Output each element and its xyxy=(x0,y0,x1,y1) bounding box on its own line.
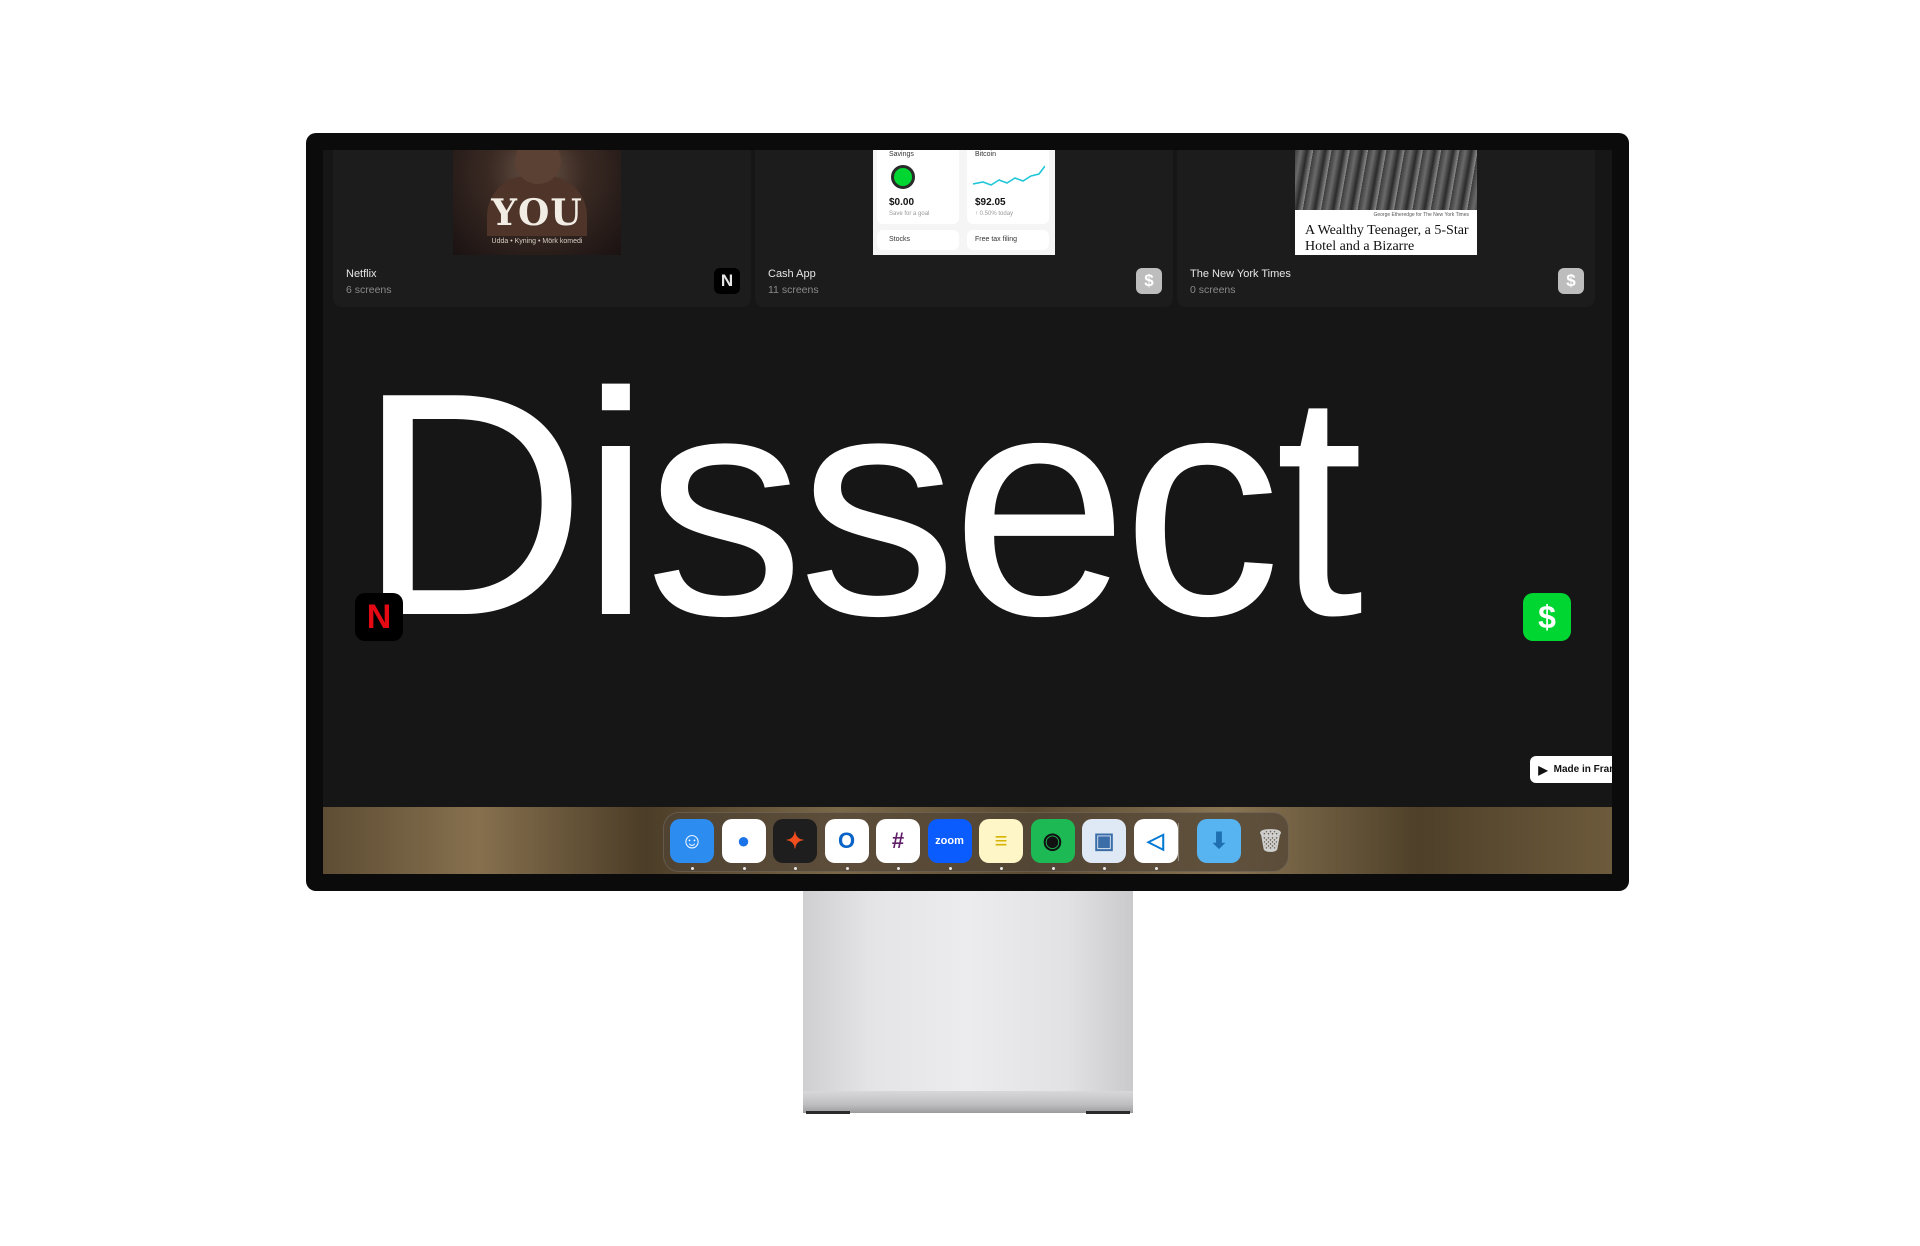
nyt-thumbnail: George Etheredge for The New York Times … xyxy=(1295,150,1477,255)
bitcoin-sub: ↑ 0.50% today xyxy=(975,211,1014,217)
preview-icon[interactable]: ▣ xyxy=(1082,819,1126,863)
card-subtitle: 11 screens xyxy=(768,284,819,296)
dollar-icon: $ xyxy=(1558,268,1584,294)
vscode-icon[interactable]: ◁ xyxy=(1133,819,1178,863)
dock-running-indicator xyxy=(742,867,746,870)
monitor-stand xyxy=(803,891,1133,1091)
framer-badge-label: Made in Framer xyxy=(1553,764,1612,775)
card-nyt[interactable]: George Etheredge for The New York Times … xyxy=(1177,150,1595,307)
bitcoin-sparkline xyxy=(973,165,1045,186)
thumbnail-title: YOU xyxy=(491,192,583,234)
nyt-headline: A Wealthy Teenager, a 5-Star Hotel and a… xyxy=(1305,223,1469,254)
downloads-folder-icon[interactable]: ⬇ xyxy=(1197,819,1241,863)
bitcoin-value: $92.05 xyxy=(975,197,1006,208)
finder-icon[interactable]: ☺ xyxy=(670,819,714,863)
tax-row: Free tax filing xyxy=(967,230,1049,250)
card-subtitle: 0 screens xyxy=(1190,284,1236,296)
made-in-framer-badge[interactable]: ▶ Made in Framer xyxy=(1530,756,1612,783)
netflix-thumbnail: YOU Udda • Kyning • Mörk komedi xyxy=(453,150,621,255)
slack-icon[interactable]: # xyxy=(876,819,920,863)
netflix-n-icon: N xyxy=(714,268,740,294)
cash-app-dollar-icon: $ xyxy=(1136,268,1162,294)
outlook-icon[interactable]: O xyxy=(824,819,869,863)
dock-running-indicator xyxy=(1103,867,1106,870)
dock-running-indicator xyxy=(691,867,694,870)
zoom-icon[interactable]: zoom xyxy=(927,819,972,863)
dock-running-indicator xyxy=(1051,867,1055,870)
card-netflix[interactable]: YOU Udda • Kyning • Mörk komedi Netflix … xyxy=(333,150,751,307)
card-subtitle: 6 screens xyxy=(346,284,392,296)
dock-running-indicator xyxy=(845,867,849,870)
savings-sub: Save for a goal xyxy=(889,211,930,217)
hero-title: Dissect xyxy=(357,327,1364,682)
dock-running-indicator xyxy=(897,867,900,870)
spotify-icon[interactable]: ◉ xyxy=(1030,819,1075,863)
card-title: The New York Times xyxy=(1190,268,1291,280)
card-title: Cash App xyxy=(768,268,816,280)
stocks-label: Stocks xyxy=(889,236,911,243)
savings-panel: Savings $0.00 Save for a goal xyxy=(877,150,959,224)
screen: YOU Udda • Kyning • Mörk komedi Netflix … xyxy=(323,150,1612,874)
dock-running-indicator xyxy=(1154,867,1158,870)
trash-icon[interactable]: 🗑 xyxy=(1249,819,1293,863)
savings-label: Savings xyxy=(889,151,914,158)
cash-app-icon: $ xyxy=(1523,593,1571,641)
savings-value: $0.00 xyxy=(889,197,915,208)
stand-foot xyxy=(1086,1111,1130,1114)
card-cash-app[interactable]: Savings $0.00 Save for a goal Bitcoin $9… xyxy=(755,150,1173,307)
bitcoin-label: Bitcoin xyxy=(975,151,997,158)
figma-icon[interactable]: ✦ xyxy=(773,819,817,863)
netflix-app-icon: N xyxy=(355,593,403,641)
bitcoin-panel: Bitcoin $92.05 ↑ 0.50% today xyxy=(967,150,1049,224)
dock-running-indicator xyxy=(1000,867,1003,870)
dock-running-indicator xyxy=(794,867,797,870)
nyt-caption: George Etheredge for The New York Times xyxy=(1373,212,1469,218)
card-title: Netflix xyxy=(346,268,377,280)
stocks-row: Stocks xyxy=(877,230,959,250)
notes-icon[interactable]: ≡ xyxy=(979,819,1023,863)
cash-app-thumbnail: Savings $0.00 Save for a goal Bitcoin $9… xyxy=(873,150,1055,255)
dock: ☺ ● ✦ O # zoom ≡ ◉ ▣ ◁ ⬇ 🗑 xyxy=(663,812,1289,872)
tax-label: Free tax filing xyxy=(975,236,1018,243)
dock-running-indicator xyxy=(948,867,952,870)
monitor-frame: YOU Udda • Kyning • Mörk komedi Netflix … xyxy=(306,133,1629,891)
thumbnail-tagline: Udda • Kyning • Mörk komedi xyxy=(491,238,583,245)
savings-icon xyxy=(891,165,915,189)
framer-icon: ▶ xyxy=(1538,762,1548,777)
stand-foot xyxy=(806,1111,850,1114)
monitor-stand-base xyxy=(803,1091,1133,1113)
dock-separator xyxy=(1178,823,1179,861)
chrome-icon[interactable]: ● xyxy=(721,819,766,863)
nyt-photo xyxy=(1295,150,1477,210)
